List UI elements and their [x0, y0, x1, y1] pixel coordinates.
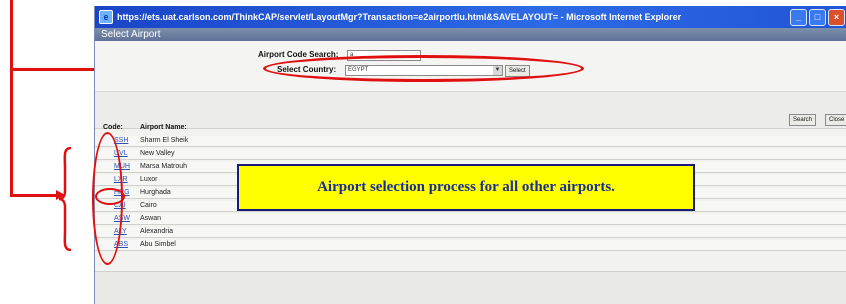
annotation-callout: Airport selection process for all other … [237, 164, 695, 211]
airport-name: Cairo [140, 202, 157, 209]
window-titlebar: e https://ets.uat.carlson.com/ThinkCAP/s… [95, 6, 846, 28]
select-country-highlight [263, 55, 584, 82]
window-controls: _ □ × [790, 9, 845, 26]
airport-name: Hurghada [140, 189, 171, 196]
airport-name: Aswan [140, 215, 162, 222]
annotation-line-vertical [10, 0, 13, 197]
table-row: SSH Sharm El Sheik [95, 136, 846, 147]
airport-name-column-header: Airport Name: [140, 124, 187, 131]
airport-name: Luxor [140, 176, 158, 183]
table-row: UVL New Valley [95, 149, 846, 160]
airport-name: Alexandria [140, 228, 174, 235]
curly-brace-icon [58, 147, 72, 251]
window-title: https://ets.uat.carlson.com/ThinkCAP/ser… [117, 12, 682, 22]
annotation-line-bottom [10, 194, 58, 197]
airport-name: New Valley [140, 150, 175, 157]
maximize-button[interactable]: □ [809, 9, 826, 26]
minimize-button[interactable]: _ [790, 9, 807, 26]
close-button[interactable]: Close [825, 114, 846, 126]
code-column-header: Code: [103, 124, 123, 131]
table-row: ALY Alexandria [95, 227, 846, 238]
page-heading: Select Airport [95, 28, 846, 41]
internet-explorer-icon: e [99, 10, 113, 24]
table-row: ABS Abu Simbel [95, 240, 846, 251]
hrg-code-highlight [95, 188, 125, 205]
actions-band: Search Close [95, 92, 846, 129]
airport-name: Marsa Matrouh [140, 163, 188, 170]
footer-band [95, 271, 846, 304]
table-row: ASW Aswan [95, 214, 846, 225]
airport-name: Sharm El Sheik [140, 137, 189, 144]
search-button[interactable]: Search [789, 114, 817, 126]
ie-window: e https://ets.uat.carlson.com/ThinkCAP/s… [94, 6, 846, 304]
close-window-button[interactable]: × [828, 9, 845, 26]
airport-name: Abu Simbel [140, 241, 176, 248]
